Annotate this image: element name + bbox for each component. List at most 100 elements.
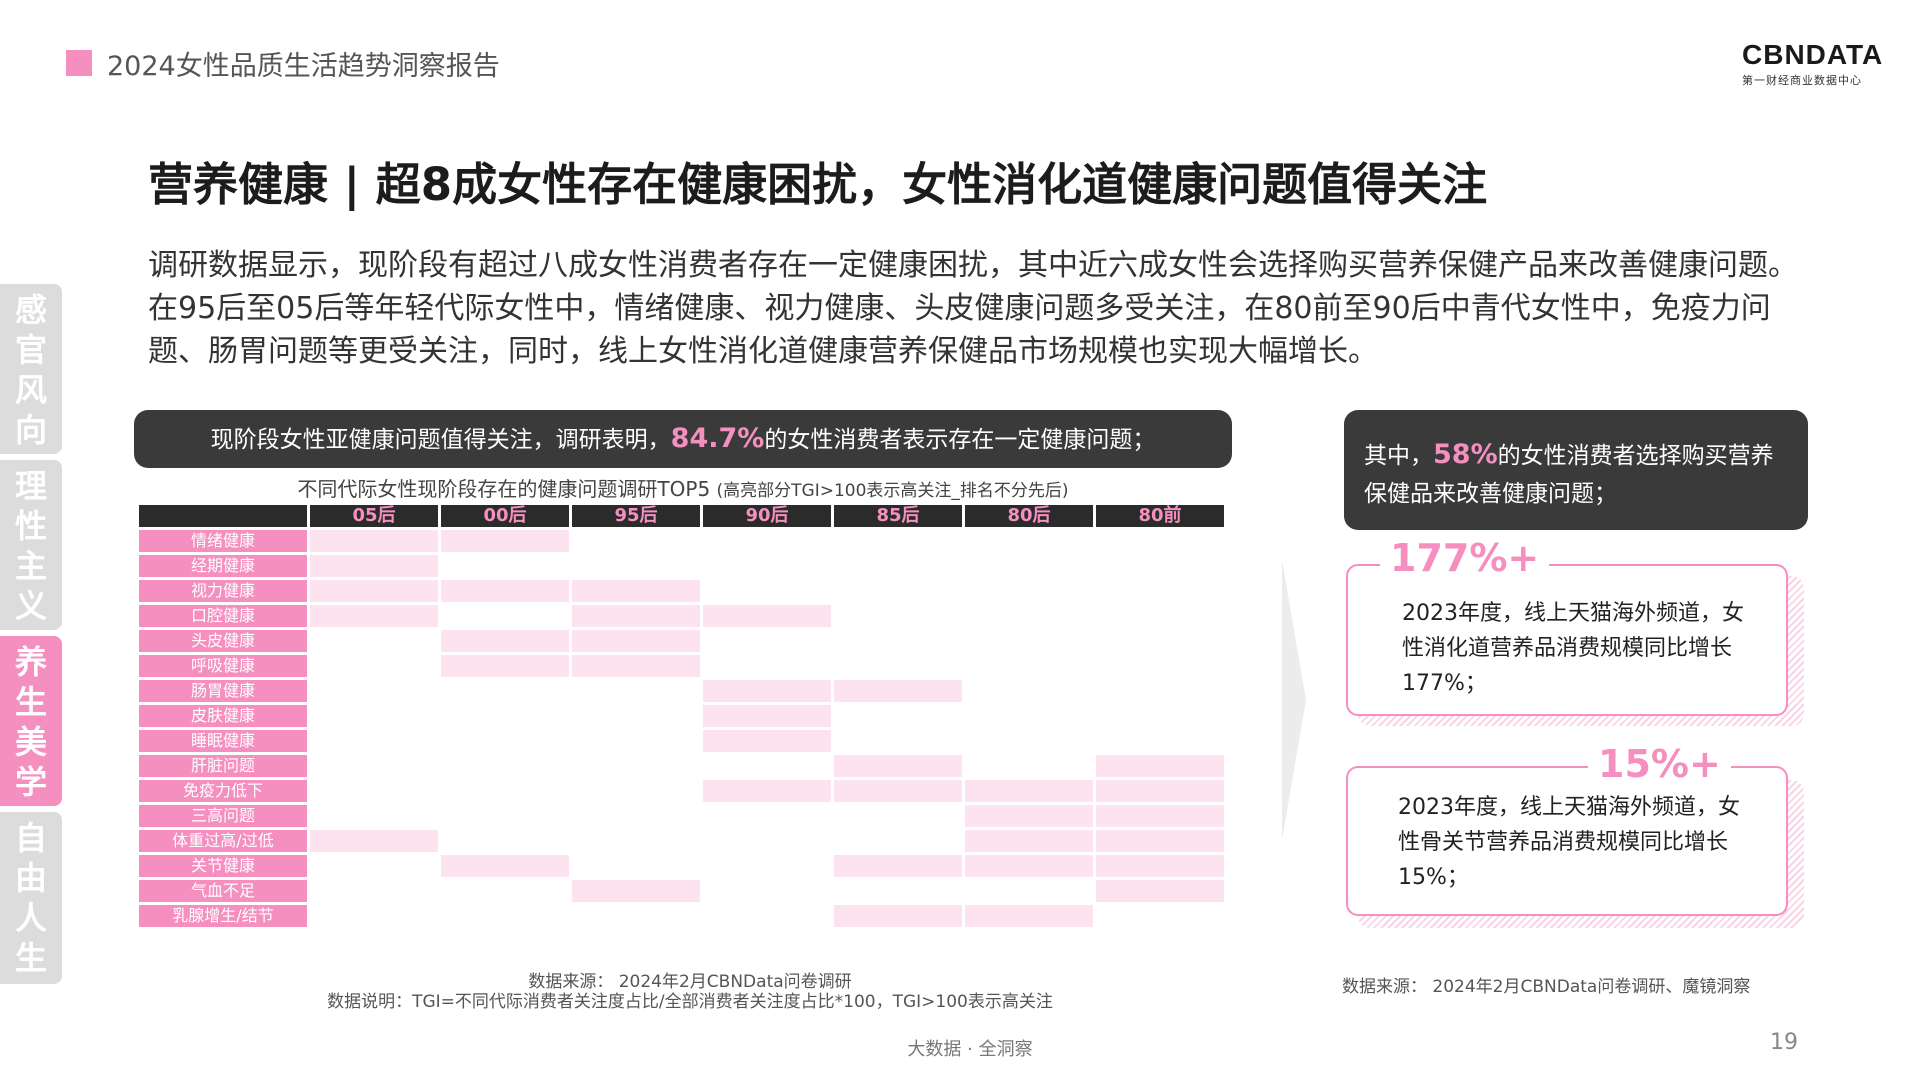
- row-label: 气血不足: [139, 880, 307, 902]
- table-caption-note: (高亮部分TGI>100表示高关注_排名不分先后): [716, 481, 1069, 501]
- highlight-cell: [703, 680, 831, 702]
- empty-cell: [834, 555, 962, 577]
- empty-cell: [834, 630, 962, 652]
- left-data-source: 数据来源： 2024年2月CBNData问卷调研 数据说明：TGI=不同代际消费…: [300, 972, 1080, 1012]
- empty-cell: [1096, 630, 1224, 652]
- empty-cell: [834, 580, 962, 602]
- highlight-cell: [965, 780, 1093, 802]
- empty-cell: [310, 855, 438, 877]
- table-row: 乳腺增生/结节: [139, 905, 1224, 927]
- empty-cell: [310, 730, 438, 752]
- row-label: 经期健康: [139, 555, 307, 577]
- empty-cell: [834, 730, 962, 752]
- highlight-cell: [965, 855, 1093, 877]
- empty-cell: [572, 705, 700, 727]
- empty-cell: [703, 905, 831, 927]
- empty-cell: [572, 730, 700, 752]
- column-header: 05后: [310, 505, 438, 527]
- table-row: 皮肤健康: [139, 705, 1224, 727]
- empty-cell: [834, 655, 962, 677]
- intro-paragraph: 调研数据显示，现阶段有超过八成女性消费者存在一定健康困扰，其中近六成女性会选择购…: [148, 248, 1798, 369]
- empty-cell: [834, 530, 962, 552]
- highlight-cell: [834, 755, 962, 777]
- empty-cell: [1096, 705, 1224, 727]
- highlight-cell: [965, 905, 1093, 927]
- row-label: 三高问题: [139, 805, 307, 827]
- table-row: 经期健康: [139, 555, 1224, 577]
- empty-cell: [441, 705, 569, 727]
- callout-prefix: 其中，: [1364, 443, 1433, 469]
- empty-cell: [965, 730, 1093, 752]
- health-issue-callout: 现阶段女性亚健康问题值得关注，调研表明，84.7%的女性消费者表示存在一定健康问…: [134, 410, 1232, 468]
- highlight-cell: [441, 655, 569, 677]
- empty-cell: [834, 830, 962, 852]
- row-label: 视力健康: [139, 580, 307, 602]
- highlight-cell: [572, 880, 700, 902]
- table-row: 睡眠健康: [139, 730, 1224, 752]
- side-tab-label: 自由人生: [14, 819, 47, 977]
- highlight-cell: [441, 630, 569, 652]
- empty-cell: [703, 805, 831, 827]
- empty-cell: [441, 805, 569, 827]
- empty-cell: [1096, 905, 1224, 927]
- side-tab-freedom[interactable]: 自由人生: [0, 812, 62, 984]
- callout-prefix: 现阶段女性亚健康问题值得关注，调研表明，: [210, 427, 671, 453]
- highlight-cell: [1096, 855, 1224, 877]
- table-row: 情绪健康: [139, 530, 1224, 552]
- stat-text-digestive: 2023年度，线上天猫海外频道，女性消化道营养品消费规模同比增长177%；: [1402, 601, 1744, 696]
- highlight-cell: [441, 530, 569, 552]
- empty-cell: [965, 555, 1093, 577]
- empty-cell: [572, 755, 700, 777]
- empty-cell: [572, 905, 700, 927]
- row-label: 头皮健康: [139, 630, 307, 652]
- row-label: 睡眠健康: [139, 730, 307, 752]
- empty-cell: [572, 530, 700, 552]
- empty-cell: [441, 680, 569, 702]
- callout-suffix: 的女性消费者表示存在一定健康问题；: [764, 427, 1156, 453]
- empty-cell: [441, 880, 569, 902]
- highlight-cell: [1096, 755, 1224, 777]
- row-label: 情绪健康: [139, 530, 307, 552]
- empty-cell: [703, 530, 831, 552]
- highlight-cell: [441, 855, 569, 877]
- highlight-cell: [834, 855, 962, 877]
- empty-cell: [572, 805, 700, 827]
- table-row: 肠胃健康: [139, 680, 1224, 702]
- highlight-cell: [572, 605, 700, 627]
- empty-cell: [310, 680, 438, 702]
- highlight-cell: [703, 780, 831, 802]
- empty-cell: [310, 630, 438, 652]
- page-number: 19: [1770, 1030, 1798, 1055]
- empty-cell: [441, 755, 569, 777]
- highlight-cell: [441, 580, 569, 602]
- side-tab-rational[interactable]: 理性主义: [0, 460, 62, 630]
- empty-cell: [572, 780, 700, 802]
- empty-cell: [965, 530, 1093, 552]
- empty-cell: [703, 855, 831, 877]
- empty-cell: [441, 905, 569, 927]
- side-tab-wellness[interactable]: 养生美学: [0, 636, 62, 806]
- empty-cell: [441, 780, 569, 802]
- column-header: 80后: [965, 505, 1093, 527]
- table-row: 呼吸健康: [139, 655, 1224, 677]
- table-row: 体重过高/过低: [139, 830, 1224, 852]
- table-row: 关节健康: [139, 855, 1224, 877]
- highlight-cell: [703, 730, 831, 752]
- cbndata-logo: CBNDATA 第一财经商业数据中心: [1742, 40, 1882, 90]
- empty-cell: [965, 755, 1093, 777]
- empty-cell: [965, 605, 1093, 627]
- column-header: 95后: [572, 505, 700, 527]
- empty-cell: [703, 830, 831, 852]
- side-tab-sensory[interactable]: 感官风向: [0, 284, 62, 454]
- row-label: 关节健康: [139, 855, 307, 877]
- empty-cell: [310, 905, 438, 927]
- empty-cell: [834, 605, 962, 627]
- highlight-cell: [1096, 805, 1224, 827]
- column-header: 90后: [703, 505, 831, 527]
- table-corner-cell: [139, 505, 307, 527]
- row-label: 肠胃健康: [139, 680, 307, 702]
- empty-cell: [965, 680, 1093, 702]
- empty-cell: [1096, 730, 1224, 752]
- highlight-cell: [1096, 830, 1224, 852]
- right-arrow-icon: [1282, 560, 1306, 840]
